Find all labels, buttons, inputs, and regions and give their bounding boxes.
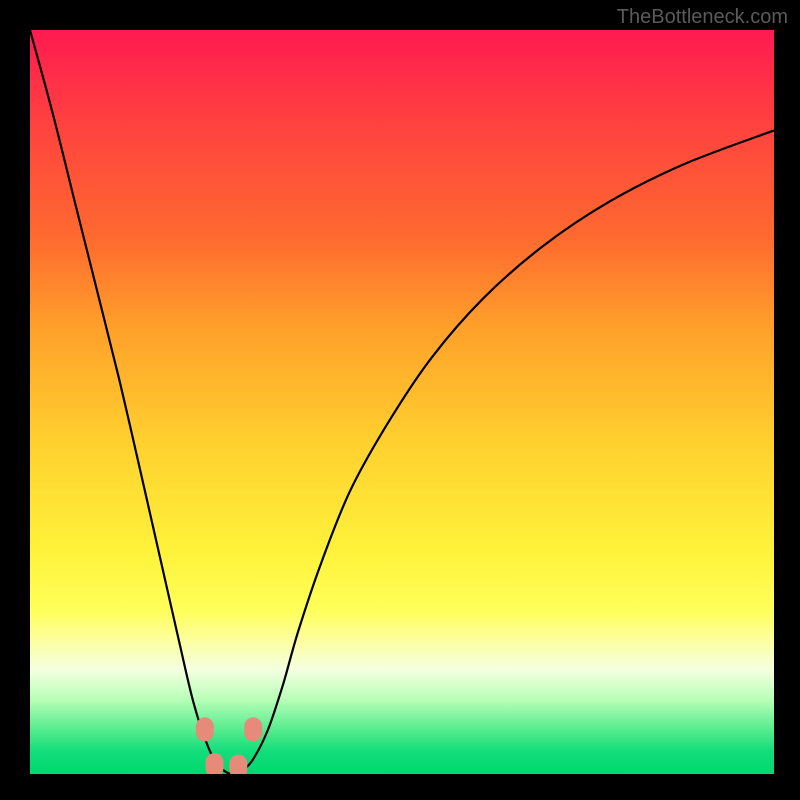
bottleneck-curve (30, 30, 774, 774)
curve-marker (206, 753, 224, 774)
watermark-text: TheBottleneck.com (617, 6, 788, 29)
curve-marker (196, 717, 214, 741)
curve-marker (229, 755, 247, 774)
curve-marker (244, 717, 262, 741)
chart-frame: TheBottleneck.com (0, 0, 800, 800)
plot-area (30, 30, 774, 774)
